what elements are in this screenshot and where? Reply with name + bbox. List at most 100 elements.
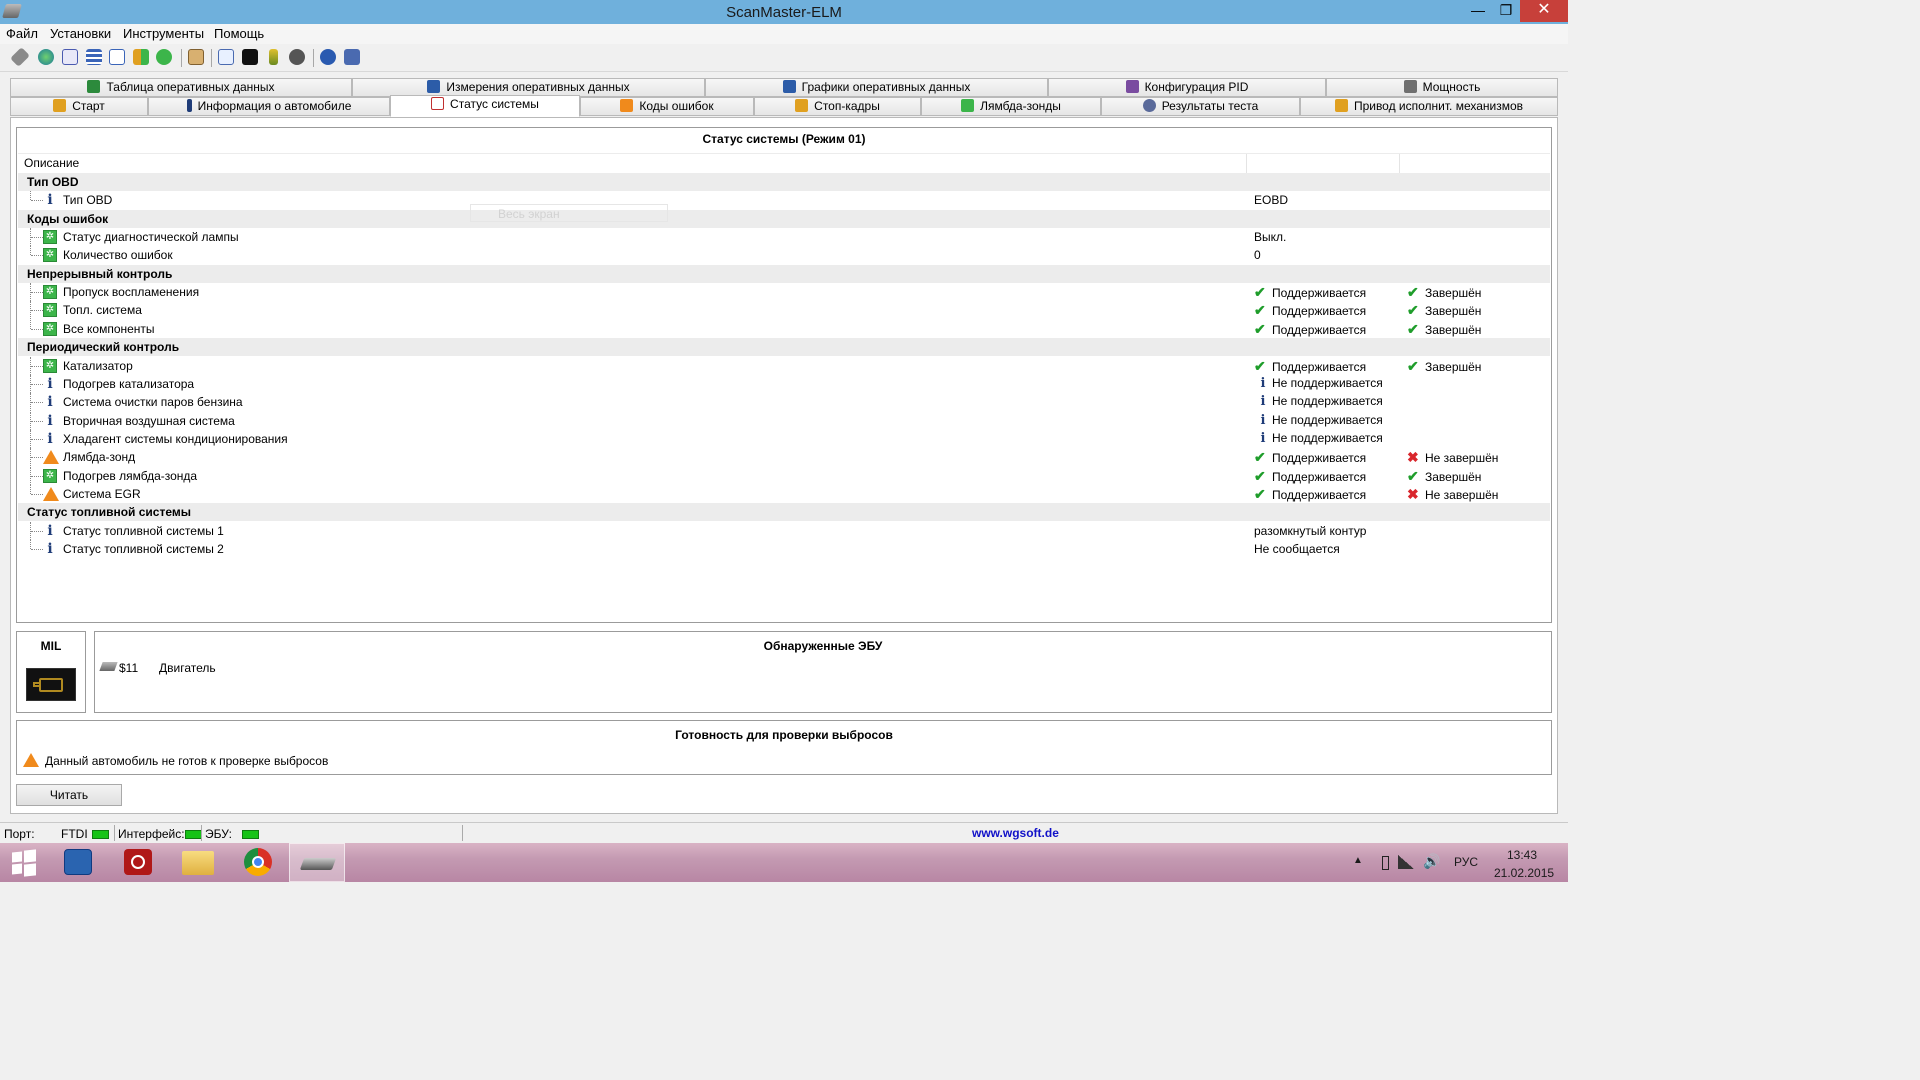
status-divider (201, 825, 202, 841)
tree-branch (31, 475, 43, 477)
tab-o2-sensors[interactable]: Лямбда-зонды (921, 97, 1101, 116)
language-indicator[interactable]: РУС (1454, 855, 1478, 869)
mil-panel: MIL (16, 631, 86, 713)
tab-pid-config[interactable]: Конфигурация PID (1048, 78, 1326, 97)
info-icon[interactable] (320, 49, 336, 65)
category-row[interactable]: Коды ошибок (18, 209, 1550, 228)
globe-icon[interactable] (38, 49, 54, 65)
status-row[interactable]: ✲ Статус диагностической лампы Выкл. (18, 228, 1550, 247)
mil-title: MIL (40, 639, 62, 653)
tree-branch (31, 438, 43, 440)
ftdi-status: FTDI (61, 827, 109, 841)
menu-help[interactable]: Помощь (214, 26, 264, 41)
tray-expand-icon[interactable]: ▲ (1353, 855, 1363, 866)
status-icon (431, 97, 445, 110)
status-row[interactable]: ✲ Пропуск воспламенения ✔ Поддерживается ✔ За… (18, 283, 1550, 302)
status-row[interactable]: i Подогрев катализатора i Не поддерживается (18, 374, 1550, 393)
read-button[interactable]: Читать (16, 784, 122, 806)
column-description[interactable]: Описание (24, 156, 79, 170)
tab-power[interactable]: Мощность (1326, 78, 1558, 97)
tree-branch (31, 237, 43, 239)
ecu-list-item[interactable]: $11 Двигатель (99, 660, 401, 676)
info-icon: i (1260, 375, 1266, 391)
monitor-ok-icon: ✲ (43, 303, 57, 318)
tab-live-data-graphs[interactable]: Графики оперативных данных (705, 78, 1048, 97)
check-icon: ✔ (1254, 302, 1266, 319)
website-link[interactable]: www.wgsoft.de (972, 826, 1059, 840)
volume-tray-icon[interactable]: 🔊 (1423, 853, 1440, 870)
status-row[interactable]: ✲ Подогрев лямбда-зонда ✔ Поддерживается ✔ За… (18, 466, 1550, 485)
power-icon[interactable] (110, 843, 166, 882)
battery-tray-icon[interactable] (1382, 856, 1389, 870)
table-icon (87, 80, 101, 93)
status-row[interactable]: i Вторичная воздушная система i Не поддержи… (18, 411, 1550, 430)
status-row[interactable]: Система EGR ✔ Поддерживается ✖ Не завершён (18, 484, 1550, 503)
category-label: Коды ошибок (27, 211, 109, 226)
gauge-icon[interactable] (289, 49, 305, 65)
status-row[interactable]: i Статус топливной системы 2 Не сообщается (18, 540, 1550, 558)
info-icon: i (47, 192, 53, 209)
category-row[interactable]: Тип OBD (18, 173, 1550, 191)
status-row[interactable]: ✲ Катализатор ✔ Поддерживается ✔ Завершён (18, 356, 1550, 375)
category-row[interactable]: Статус топливной системы (18, 503, 1550, 522)
menu-settings[interactable]: Установки (50, 26, 111, 41)
chart-icon[interactable] (109, 49, 125, 65)
status-row[interactable]: ✲ Все компоненты ✔ Поддерживается ✔ Завершён (18, 319, 1550, 338)
status-row[interactable]: i Хладагент системы кондиционирования i Не … (18, 429, 1550, 448)
status-row[interactable]: i Тип OBD EOBD (18, 191, 1550, 209)
completion-text: Завершён (1425, 359, 1482, 374)
category-row[interactable]: Непрерывный контроль (18, 264, 1550, 283)
hand-icon (1334, 99, 1348, 112)
terminal-icon[interactable] (242, 49, 258, 65)
check-icon: ✔ (1407, 320, 1419, 337)
support-text: Поддерживается (1272, 487, 1367, 502)
completion-text: Завершён (1425, 304, 1482, 319)
status-row[interactable]: i Система очистки паров бензина i Не поддер… (18, 393, 1550, 412)
item-label: Все компоненты (63, 321, 155, 336)
menu-file[interactable]: Файл (6, 26, 38, 41)
dollar-icon[interactable] (156, 49, 172, 65)
info-icon: i (47, 375, 53, 392)
tab-actuators[interactable]: Привод исполнит. механизмов (1300, 97, 1558, 116)
network-tray-icon[interactable] (1398, 855, 1414, 869)
connect-icon[interactable] (10, 47, 30, 67)
clock-time[interactable]: 13:43 (1507, 848, 1537, 862)
info-icon: i (47, 412, 53, 429)
ecu-name: Двигатель (159, 661, 216, 675)
tab-live-data-table[interactable]: Таблица оперативных данных (10, 78, 352, 97)
battery-icon[interactable] (269, 49, 278, 65)
interface-led (184, 830, 202, 839)
scanmaster-taskbar-icon[interactable] (289, 843, 345, 882)
tab-start[interactable]: Старт (10, 97, 148, 116)
tab-freeze-frames[interactable]: Стоп-кадры (754, 97, 921, 116)
control-panel-icon[interactable] (50, 843, 106, 882)
minimize-button[interactable]: — (1464, 0, 1492, 22)
category-row[interactable]: Периодический контроль (18, 338, 1550, 357)
windows-start-icon[interactable] (0, 843, 56, 882)
item-value: Выкл. (1254, 230, 1287, 245)
status-row[interactable]: ✲ Топл. система ✔ Поддерживается ✔ Завершён (18, 301, 1550, 320)
clock-date[interactable]: 21.02.2015 (1494, 866, 1554, 880)
table-icon[interactable] (86, 49, 102, 65)
tab-system-status[interactable]: Статус системы (390, 95, 580, 117)
tab-test-results[interactable]: Результаты теста (1101, 97, 1300, 116)
completion-text: Завершён (1425, 286, 1482, 301)
status-row[interactable]: i Статус топливной системы 1 разомкнутый к… (18, 521, 1550, 540)
menu-tools[interactable]: Инструменты (123, 26, 204, 41)
tree-branch (31, 200, 43, 202)
tab-vehicle-info[interactable]: Информация о автомобиле (148, 97, 390, 116)
exit-icon[interactable] (344, 49, 360, 65)
status-row[interactable]: Лямбда-зонд ✔ Поддерживается ✖ Не завершён (18, 448, 1550, 467)
tab-trouble-codes[interactable]: Коды ошибок (580, 97, 754, 116)
maximize-button[interactable]: ❐ (1492, 0, 1520, 22)
file-explorer-icon[interactable] (170, 843, 226, 882)
completion-status: ✖ Не завершён (1407, 449, 1498, 466)
info-icon: i (47, 541, 53, 557)
status-row[interactable]: ✲ Количество ошибок 0 (18, 246, 1550, 264)
close-button[interactable]: ✕ (1520, 0, 1568, 22)
document-icon[interactable] (62, 49, 78, 65)
config-icon[interactable] (133, 49, 149, 65)
clipboard-icon[interactable] (188, 49, 204, 65)
chrome-icon[interactable] (230, 843, 286, 882)
chat-icon[interactable] (218, 49, 234, 65)
